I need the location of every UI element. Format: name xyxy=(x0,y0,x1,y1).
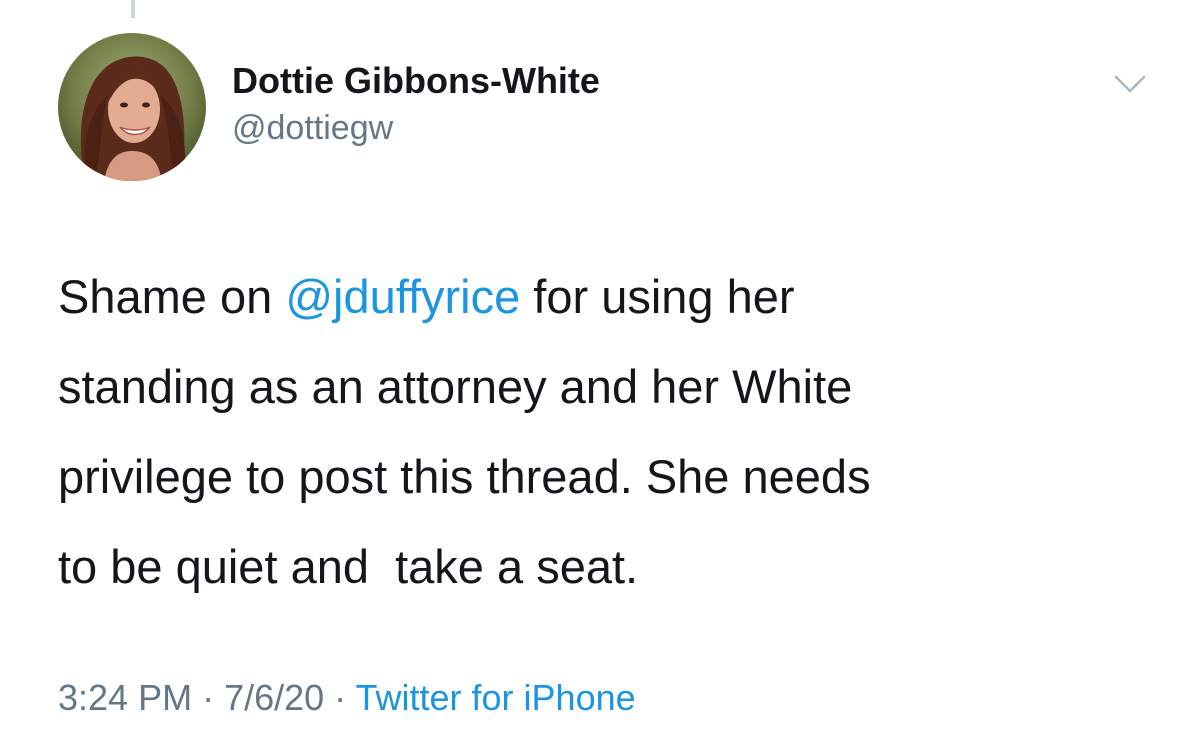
thread-connector-line xyxy=(131,0,135,18)
mention-link[interactable]: @jduffyrice xyxy=(285,270,520,323)
author-display-name[interactable]: Dottie Gibbons-White xyxy=(232,58,600,104)
tweet-time: 3:24 PM xyxy=(58,677,193,718)
tweet-source-link[interactable]: Twitter for iPhone xyxy=(356,677,636,718)
tweet-text-line4: to be quiet and take a seat. xyxy=(58,540,639,593)
chevron-down-icon[interactable] xyxy=(1112,72,1148,96)
tweet-text-line1-rest: for using her xyxy=(520,270,795,323)
author-block: Dottie Gibbons-White @dottiegw xyxy=(232,58,600,150)
tweet-text: Shame on @jduffyrice for using her standi… xyxy=(58,252,1168,612)
meta-separator: · xyxy=(324,677,356,718)
tweet-text-line2: standing as an attorney and her White xyxy=(58,360,853,413)
tweet-date[interactable]: 7/6/20 xyxy=(224,677,324,718)
profile-photo-icon xyxy=(58,33,206,181)
meta-separator: · xyxy=(192,677,225,718)
tweet-text-start: Shame on xyxy=(58,270,286,323)
tweet-meta: 3:24 PM · 7/6/20 · Twitter for iPhone xyxy=(58,674,636,722)
tweet-card: Dottie Gibbons-White @dottiegw Shame on … xyxy=(0,0,1200,755)
avatar[interactable] xyxy=(58,33,206,181)
author-handle[interactable]: @dottiegw xyxy=(232,106,600,150)
tweet-text-line3: privilege to post this thread. She needs xyxy=(58,450,871,503)
